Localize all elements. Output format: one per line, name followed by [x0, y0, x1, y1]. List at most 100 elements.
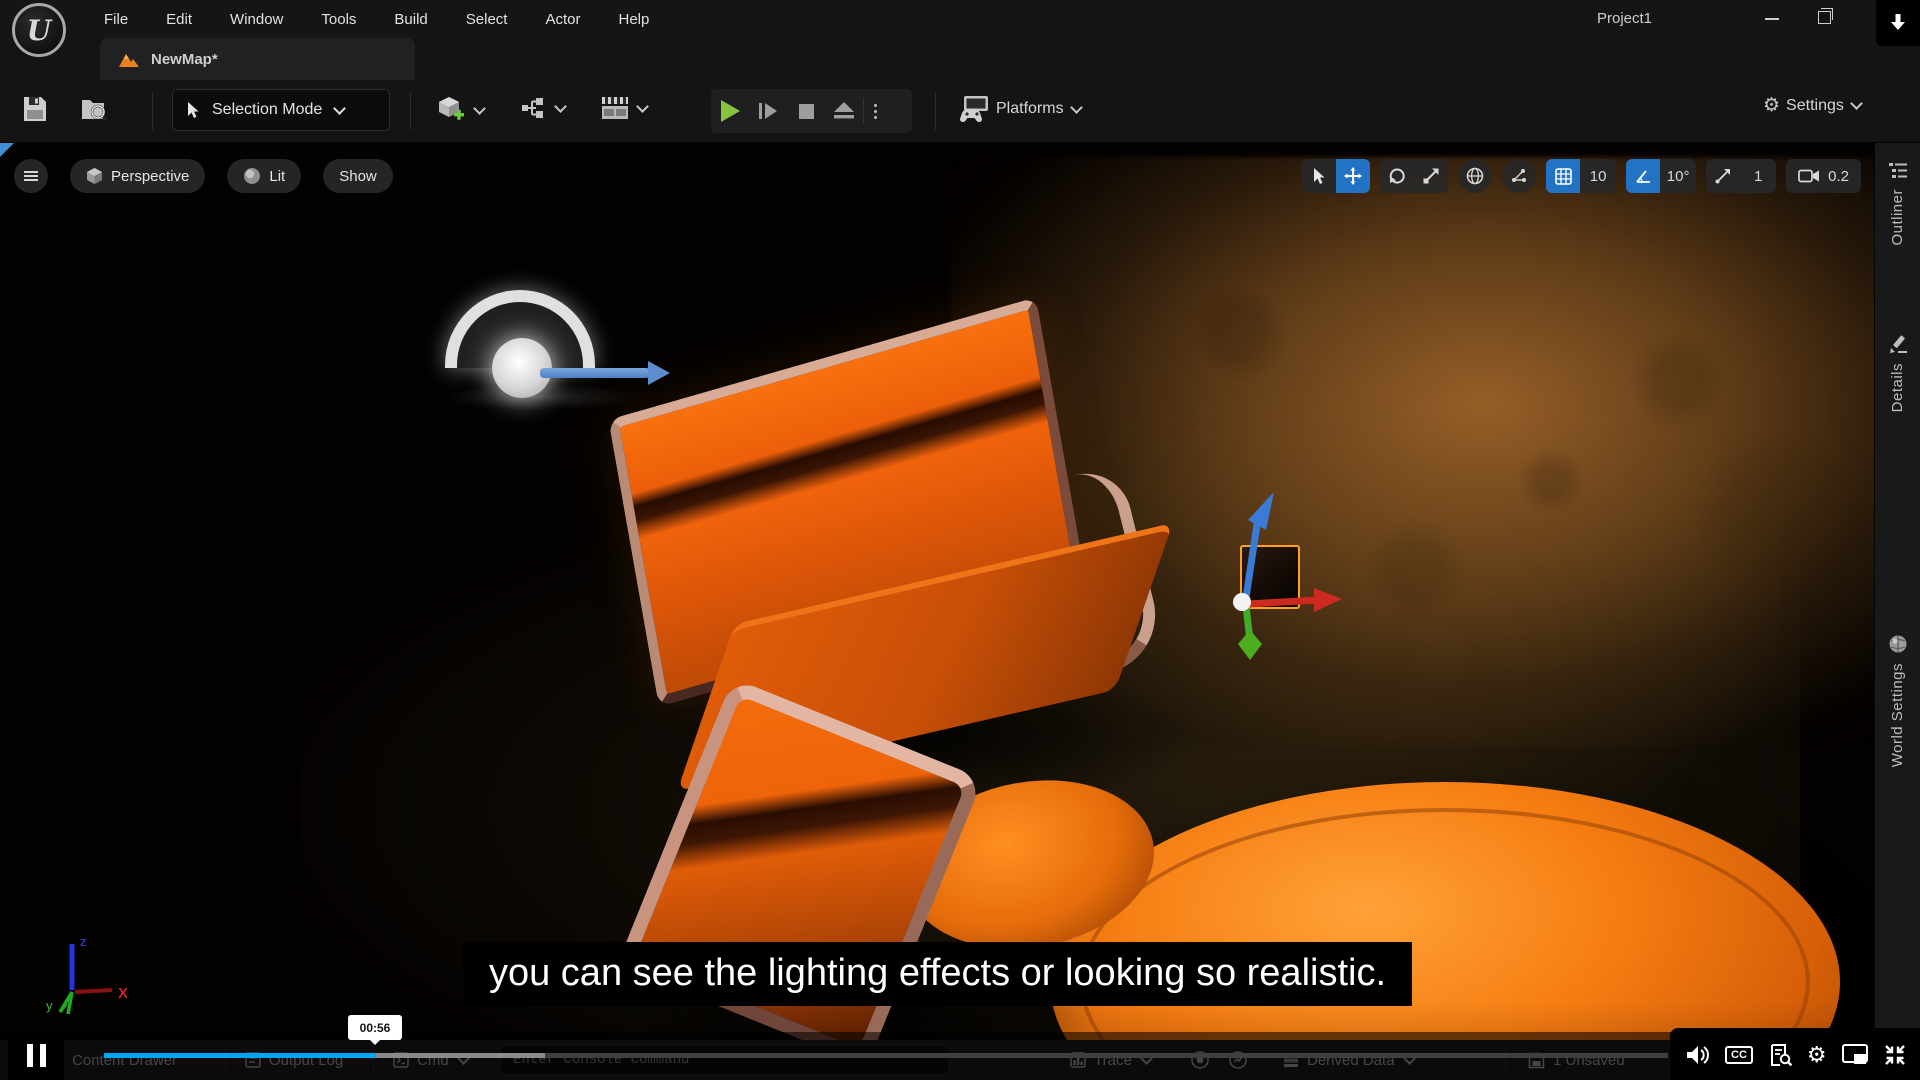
stop-icon — [798, 103, 814, 119]
light-direction-arrow[interactable] — [540, 368, 650, 378]
volume-icon[interactable] — [1686, 1044, 1710, 1066]
rotate-tool-button[interactable] — [1380, 159, 1415, 193]
move-tool-button[interactable] — [1336, 159, 1371, 193]
gear-icon: ⚙ — [1763, 95, 1781, 116]
outliner-label: Outliner — [1889, 189, 1906, 246]
tab-world-settings[interactable]: World Settings — [1875, 634, 1920, 767]
video-progress-bar[interactable] — [104, 1053, 1668, 1058]
window-title: Project1 — [1597, 10, 1653, 27]
scale-tool-button[interactable] — [1414, 159, 1449, 193]
play-options-button[interactable] — [863, 98, 887, 124]
world-settings-label: World Settings — [1889, 663, 1906, 768]
browse-content-button[interactable] — [80, 95, 110, 123]
eject-button[interactable] — [825, 101, 863, 121]
cube-plus-icon — [439, 97, 464, 120]
menu-window[interactable]: Window — [230, 11, 283, 28]
play-controls-group — [711, 89, 912, 133]
play-icon — [721, 100, 740, 122]
grid-icon — [1554, 167, 1572, 185]
camera-icon — [1798, 169, 1820, 183]
toolbar-separator — [410, 92, 411, 130]
restore-button[interactable] — [1818, 8, 1833, 24]
perspective-dropdown[interactable]: Perspective — [70, 159, 206, 193]
cinematics-button[interactable] — [600, 95, 649, 121]
chevron-down-icon — [1849, 97, 1863, 110]
show-label: Show — [339, 167, 377, 185]
miniplayer-icon[interactable] — [1841, 1044, 1868, 1066]
lit-mode-dropdown[interactable]: Lit — [227, 159, 302, 193]
tab-newmap[interactable]: NewMap* — [100, 38, 415, 80]
scale-snap-value[interactable]: 1 — [1740, 159, 1777, 193]
menu-tools[interactable]: Tools — [321, 11, 356, 28]
frame-skip-button[interactable] — [749, 101, 787, 121]
minimize-button[interactable] — [1765, 18, 1779, 20]
download-arrow-icon — [1891, 14, 1905, 30]
chevron-down-icon — [636, 99, 649, 113]
settings-label: Settings — [1786, 96, 1844, 114]
viewport-focus-indicator — [0, 142, 15, 157]
platforms-dropdown[interactable]: Platforms — [958, 94, 1083, 124]
grid-snap-toggle[interactable] — [1546, 159, 1581, 193]
subtitle-caption: you can see the lighting effects or look… — [462, 942, 1413, 1006]
add-actor-button[interactable] — [437, 95, 486, 125]
perspective-cube-icon — [87, 168, 102, 184]
folder-search-icon — [82, 100, 107, 121]
scale-snap-toggle[interactable] — [1706, 159, 1741, 193]
exit-fullscreen-icon[interactable] — [1883, 1043, 1907, 1067]
perspective-label: Perspective — [111, 167, 190, 185]
grid-snap-value[interactable]: 10 — [1580, 159, 1617, 193]
tab-details[interactable]: Details — [1875, 334, 1920, 412]
time-tooltip: 00:56 — [348, 1015, 402, 1045]
viewport-options-button[interactable] — [14, 159, 48, 193]
hamburger-icon — [24, 171, 38, 181]
menu-file[interactable]: File — [104, 11, 128, 28]
level-icon — [119, 54, 139, 67]
scale-icon — [1423, 168, 1439, 184]
camera-speed-button[interactable]: 0.2 — [1786, 159, 1861, 193]
chevron-down-icon — [333, 101, 347, 115]
captions-button[interactable]: CC — [1725, 1046, 1753, 1064]
chevron-down-icon — [554, 99, 567, 113]
menu-build[interactable]: Build — [394, 11, 427, 28]
transcript-search-icon[interactable] — [1768, 1043, 1792, 1067]
tab-outliner[interactable]: Outliner — [1875, 162, 1920, 246]
play-button[interactable] — [711, 99, 749, 123]
menu-select[interactable]: Select — [466, 11, 508, 28]
surface-snapping-button[interactable] — [1502, 159, 1537, 193]
show-dropdown[interactable]: Show — [323, 159, 393, 193]
chevron-down-icon — [1069, 100, 1083, 114]
lit-label: Lit — [269, 167, 286, 185]
menu-help[interactable]: Help — [619, 11, 650, 28]
light-direction-arrowhead — [648, 361, 670, 385]
select-tool-button[interactable] — [1302, 159, 1337, 193]
lit-sphere-icon — [244, 168, 261, 184]
rotate-icon — [1389, 168, 1405, 184]
camera-speed-value: 0.2 — [1828, 167, 1849, 185]
main-toolbar: Selection Mode Platforms ⚙ Settings — [0, 80, 1920, 143]
caption-row: you can see the lighting effects or look… — [0, 942, 1875, 1006]
save-button[interactable] — [22, 95, 48, 123]
surface-snap-icon — [1512, 169, 1527, 182]
download-overlay-button[interactable] — [1876, 0, 1920, 46]
world-settings-icon — [1889, 635, 1906, 653]
rotation-snap-toggle[interactable] — [1626, 159, 1661, 193]
selection-mode-dropdown[interactable]: Selection Mode — [172, 89, 390, 131]
viewport-3d[interactable]: z X y Perspective Lit Show 10 10° 1 0.2 — [0, 142, 1875, 1080]
played-segment — [104, 1053, 376, 1058]
stop-button[interactable] — [787, 103, 825, 120]
video-player-bar: 00:56 CC ⚙ — [0, 1015, 1920, 1080]
clapperboard-icon — [602, 97, 628, 119]
rotation-snap-value[interactable]: 10° — [1660, 159, 1697, 193]
menu-edit[interactable]: Edit — [166, 11, 192, 28]
globe-icon — [1466, 167, 1484, 185]
move-gizmo[interactable] — [1200, 482, 1380, 662]
menu-actor[interactable]: Actor — [545, 11, 580, 28]
move-icon — [1344, 167, 1363, 185]
settings-dropdown[interactable]: ⚙ Settings — [1763, 95, 1863, 116]
world-space-toggle[interactable] — [1458, 159, 1493, 193]
blueprints-button[interactable] — [520, 95, 567, 121]
pause-button[interactable] — [8, 1030, 64, 1080]
player-settings-button[interactable]: ⚙ — [1807, 1044, 1827, 1066]
title-bar: File Edit Window Tools Build Select Acto… — [0, 0, 1920, 38]
player-controls-group: CC ⚙ — [1670, 1028, 1920, 1080]
